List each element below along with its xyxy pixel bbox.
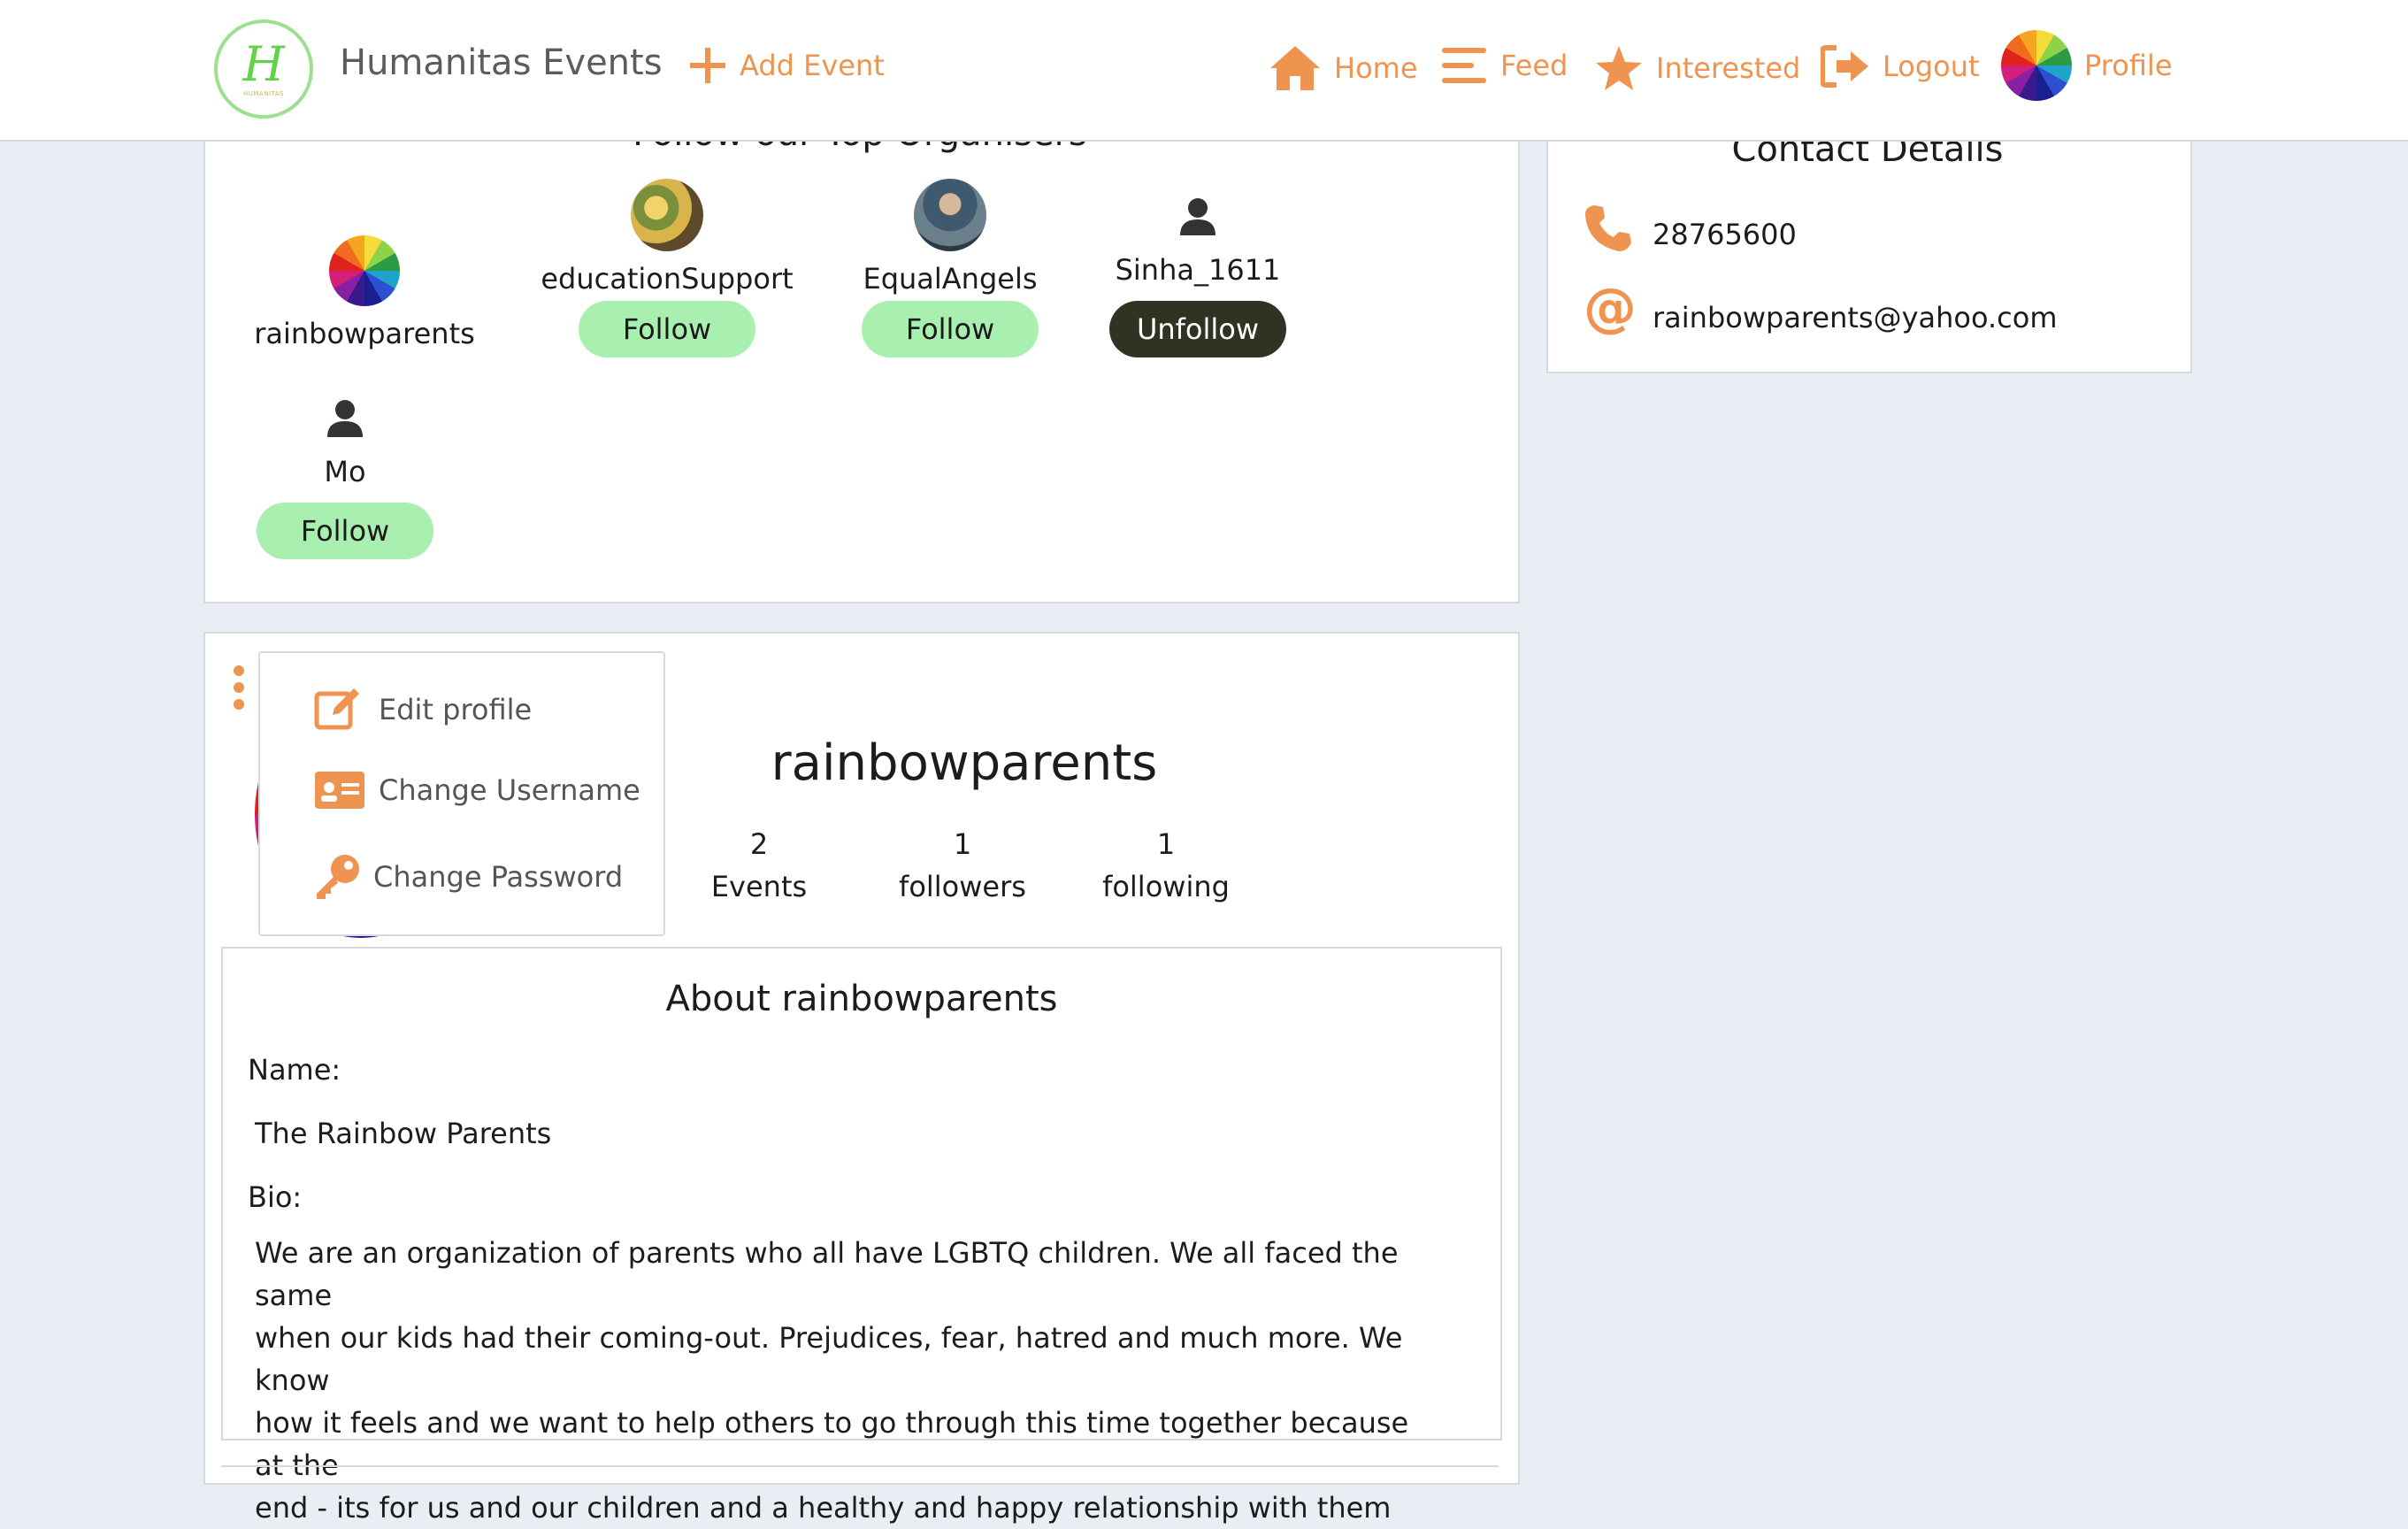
interested-link[interactable]: Interested <box>1594 44 1800 92</box>
unfollow-button[interactable]: Unfollow <box>1109 301 1286 357</box>
organiser-rainbowparents[interactable]: rainbowparents <box>232 235 497 350</box>
add-event-label: Add Event <box>740 49 885 82</box>
organiser-name: EqualAngels <box>863 262 1038 296</box>
brand-title[interactable]: Humanitas Events <box>340 42 663 83</box>
menu-lines-icon <box>1442 48 1486 83</box>
organiser-name: Mo <box>324 455 366 488</box>
bio-line: how it feels and we want to help others … <box>255 1406 1409 1482</box>
site-logo[interactable]: H HUMANITAS <box>214 19 313 119</box>
divider <box>221 1465 1499 1467</box>
top-navbar: H HUMANITAS Humanitas Events Add Event H… <box>0 0 2408 142</box>
feed-link[interactable]: Feed <box>1442 46 1568 85</box>
stat-following[interactable]: 1 following <box>1095 823 1237 908</box>
bio-line: when our kids had their coming-out. Prej… <box>255 1321 1403 1397</box>
about-card: About rainbowparents Name: The Rainbow P… <box>221 947 1502 1525</box>
organiser-sinha[interactable]: Sinha_1611 <box>1065 196 1331 287</box>
phone-icon <box>1585 205 1631 251</box>
id-card-icon <box>315 772 364 809</box>
name-value: The Rainbow Parents <box>255 1117 552 1150</box>
organiser-avatar <box>329 235 400 306</box>
plus-icon <box>690 48 725 83</box>
feed-label: Feed <box>1500 49 1568 82</box>
logout-link[interactable]: Logout <box>1821 44 1980 88</box>
stat-label: following <box>1102 870 1230 903</box>
organiser-avatar <box>631 179 703 251</box>
bio-text: We are an organization of parents who al… <box>255 1232 1440 1529</box>
organiser-name: rainbowparents <box>254 317 475 350</box>
edit-icon <box>314 688 359 730</box>
interested-label: Interested <box>1656 51 1801 85</box>
logout-label: Logout <box>1883 50 1980 83</box>
follow-button[interactable]: Follow <box>862 301 1039 357</box>
organiser-equalangels[interactable]: EqualAngels <box>817 179 1083 296</box>
at-sign-icon: @ <box>1584 277 1637 339</box>
stat-followers[interactable]: 1 followers <box>892 823 1033 908</box>
contact-phone[interactable]: 28765600 <box>1653 218 1797 251</box>
organiser-educationsupport[interactable]: educationSupport <box>534 179 800 296</box>
name-label: Name: <box>248 1053 341 1087</box>
change-password-label: Change Password <box>373 860 624 894</box>
profile-avatar <box>2001 30 2072 101</box>
kebab-menu-icon[interactable] <box>232 665 246 710</box>
profile-dropdown-menu: Edit profile Change Username Change Pass… <box>258 651 665 936</box>
stat-value: 2 <box>749 827 769 861</box>
change-username-label: Change Username <box>379 773 640 807</box>
change-password-item[interactable]: Change Password <box>313 853 623 901</box>
stat-events[interactable]: 2 Events <box>688 823 830 908</box>
bio-label: Bio: <box>248 1180 303 1214</box>
user-icon <box>1180 198 1216 235</box>
key-icon <box>317 855 359 899</box>
user-icon <box>327 400 363 437</box>
profile-label: Profile <box>2084 49 2173 82</box>
home-label: Home <box>1334 51 1418 85</box>
organiser-avatar <box>914 179 986 251</box>
follow-button[interactable]: Follow <box>579 301 755 357</box>
follow-button[interactable]: Follow <box>257 503 433 559</box>
stat-label: followers <box>899 870 1026 903</box>
contact-email[interactable]: rainbowparents@yahoo.com <box>1653 301 2058 334</box>
edit-profile-label: Edit profile <box>379 693 533 726</box>
add-event-link[interactable]: Add Event <box>688 46 885 85</box>
home-link[interactable]: Home <box>1269 44 1418 92</box>
stat-value: 1 <box>1156 827 1176 861</box>
profile-username: rainbowparents <box>771 734 1158 792</box>
bio-line: We are an organization of parents who al… <box>255 1236 1399 1312</box>
organiser-mo[interactable]: Mo <box>212 398 478 488</box>
logout-icon <box>1821 45 1868 88</box>
logo-small-text: HUMANITAS <box>243 90 284 97</box>
edit-profile-item[interactable]: Edit profile <box>313 685 532 734</box>
stat-label: Events <box>710 870 808 903</box>
bio-line: end - its for us and our children and a … <box>255 1491 1392 1525</box>
logo-letter: H <box>242 36 285 92</box>
star-icon <box>1596 46 1642 90</box>
home-icon <box>1270 46 1320 90</box>
organiser-name: educationSupport <box>541 262 794 296</box>
about-title: About rainbowparents <box>665 979 1058 1019</box>
organiser-name: Sinha_1611 <box>1115 253 1281 287</box>
stat-value: 1 <box>953 827 972 861</box>
change-username-item[interactable]: Change Username <box>313 770 640 811</box>
profile-link[interactable]: Profile <box>2001 30 2173 101</box>
